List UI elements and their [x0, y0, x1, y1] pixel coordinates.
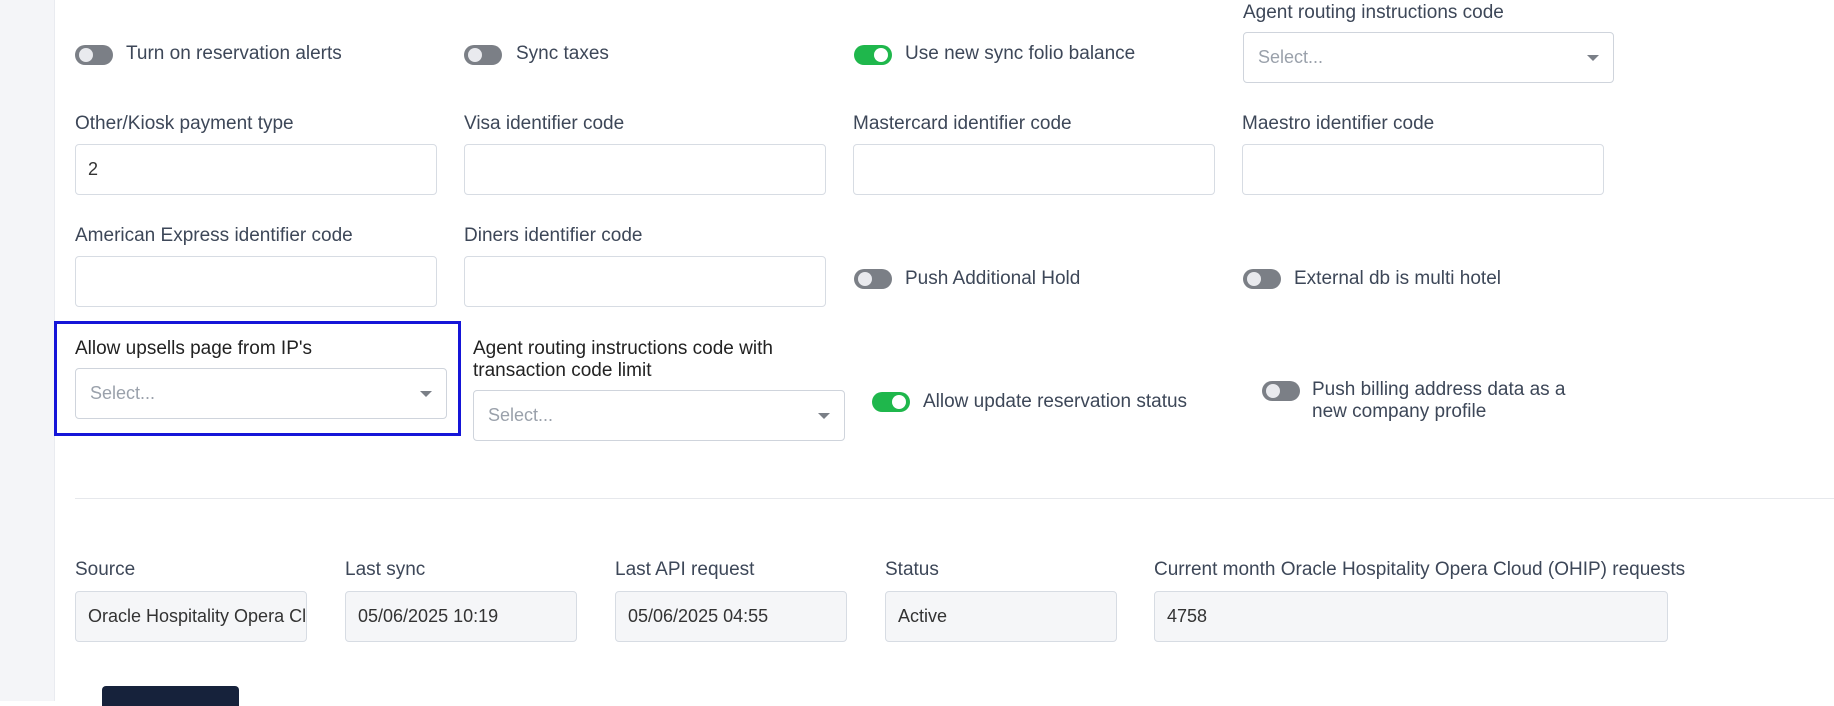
allow-upsells-ips-select[interactable]: Select... — [75, 368, 447, 419]
source-label: Source — [75, 559, 136, 580]
reservation-alerts-label: Turn on reservation alerts — [126, 43, 342, 64]
diners-identifier-label: Diners identifier code — [464, 225, 643, 246]
push-billing-address-toggle[interactable] — [1262, 381, 1300, 401]
amex-identifier-label: American Express identifier code — [75, 225, 353, 246]
sync-taxes-toggle[interactable] — [464, 45, 502, 65]
left-rail — [0, 0, 55, 701]
last-sync-label: Last sync — [345, 559, 426, 580]
visa-identifier-label: Visa identifier code — [464, 113, 625, 134]
reservation-alerts-toggle[interactable] — [75, 45, 113, 65]
sync-folio-balance-toggle[interactable] — [854, 45, 892, 65]
last-api-request-label: Last API request — [615, 559, 755, 580]
agent-routing-code-limit-placeholder: Select... — [488, 405, 554, 425]
status-field: Active — [885, 591, 1117, 642]
push-additional-hold-toggle[interactable] — [854, 269, 892, 289]
ohip-requests-value: 4758 — [1167, 606, 1208, 626]
source-value: Oracle Hospitality Opera Cloud — [88, 606, 307, 626]
allow-update-reservation-status-label: Allow update reservation status — [923, 391, 1188, 412]
visa-identifier-input[interactable] — [464, 144, 826, 195]
sync-folio-balance-label: Use new sync folio balance — [905, 43, 1136, 64]
section-divider — [75, 498, 1834, 499]
sync-taxes-label: Sync taxes — [516, 43, 609, 64]
status-label: Status — [885, 559, 939, 580]
last-sync-value: 05/06/2025 10:19 — [358, 606, 499, 626]
agent-routing-code-select[interactable]: Select... — [1243, 32, 1614, 83]
chevron-down-icon — [1587, 55, 1599, 61]
allow-upsells-ips-label: Allow upsells page from IP's — [75, 338, 313, 359]
allow-update-reservation-status-toggle[interactable] — [872, 392, 910, 412]
other-kiosk-payment-input[interactable]: 2 — [75, 144, 437, 195]
agent-routing-code-placeholder: Select... — [1258, 47, 1324, 67]
maestro-identifier-input[interactable] — [1242, 144, 1604, 195]
external-db-multi-hotel-toggle[interactable] — [1243, 269, 1281, 289]
amex-identifier-input[interactable] — [75, 256, 437, 307]
other-kiosk-payment-value: 2 — [88, 159, 99, 179]
ohip-requests-field: 4758 — [1154, 591, 1668, 642]
allow-upsells-ips-placeholder: Select... — [90, 383, 156, 403]
save-button[interactable] — [102, 686, 239, 706]
last-api-request-field: 05/06/2025 04:55 — [615, 591, 847, 642]
agent-routing-code-label: Agent routing instructions code — [1243, 2, 1504, 23]
status-value: Active — [898, 606, 948, 626]
other-kiosk-payment-label: Other/Kiosk payment type — [75, 113, 294, 134]
ohip-requests-label: Current month Oracle Hospitality Opera C… — [1154, 559, 1686, 580]
last-sync-field: 05/06/2025 10:19 — [345, 591, 577, 642]
diners-identifier-input[interactable] — [464, 256, 826, 307]
push-billing-address-label: Push billing address data as a new compa… — [1312, 379, 1566, 422]
mastercard-identifier-label: Mastercard identifier code — [853, 113, 1072, 134]
agent-routing-code-limit-select[interactable]: Select... — [473, 390, 845, 441]
mastercard-identifier-input[interactable] — [853, 144, 1215, 195]
chevron-down-icon — [818, 413, 830, 419]
agent-routing-code-limit-label: Agent routing instructions code with tra… — [473, 338, 773, 381]
push-additional-hold-label: Push Additional Hold — [905, 268, 1081, 289]
external-db-multi-hotel-label: External db is multi hotel — [1294, 268, 1501, 289]
chevron-down-icon — [420, 391, 432, 397]
maestro-identifier-label: Maestro identifier code — [1242, 113, 1435, 134]
last-api-request-value: 05/06/2025 04:55 — [628, 606, 769, 626]
source-field: Oracle Hospitality Opera Cloud — [75, 591, 307, 642]
